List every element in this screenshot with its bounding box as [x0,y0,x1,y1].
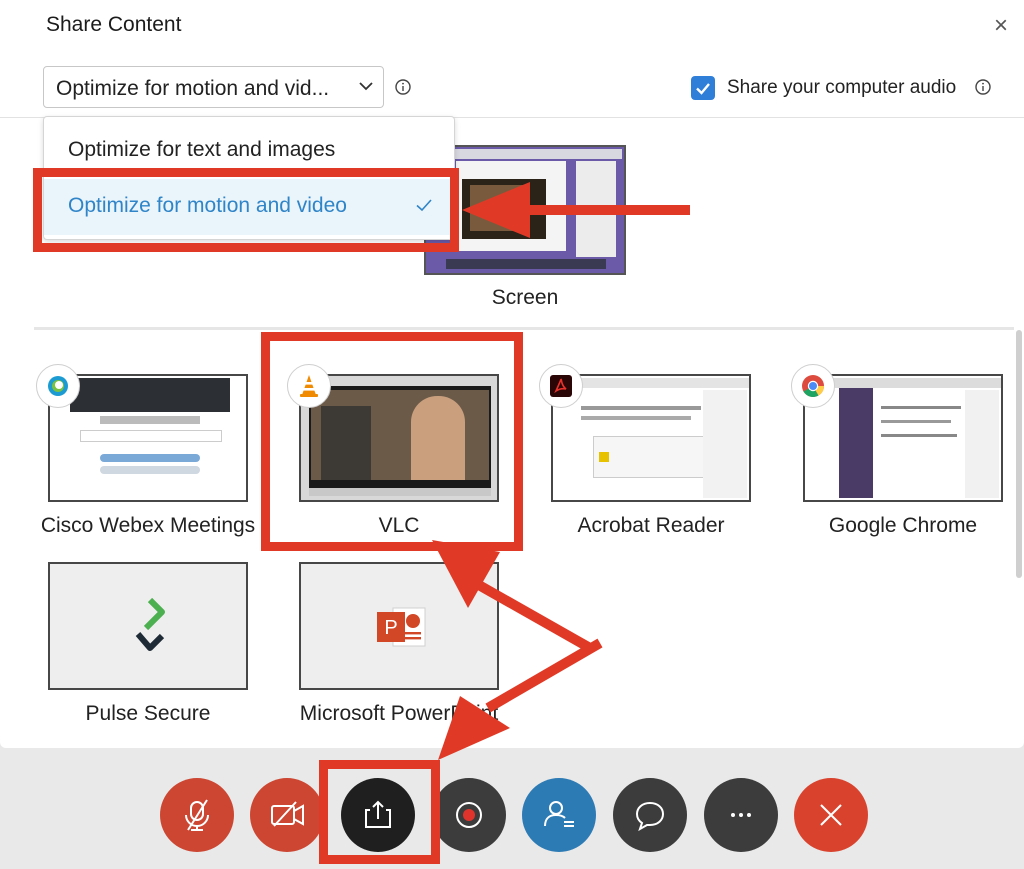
arrow-to-motion-option [462,182,690,238]
arrow-to-share-button [438,638,603,760]
annotation-arrows [432,182,690,760]
arrow-to-vlc [432,540,593,653]
